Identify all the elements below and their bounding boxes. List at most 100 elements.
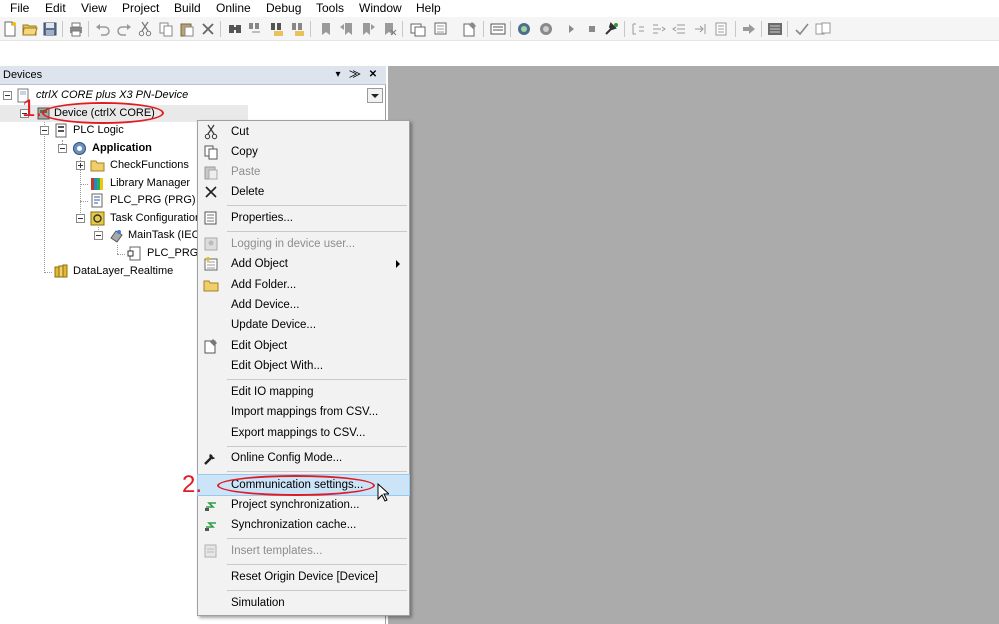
step-into-icon[interactable] — [651, 21, 667, 37]
cut-icon[interactable] — [137, 21, 153, 37]
step-over-icon[interactable] — [630, 21, 646, 37]
add-object-icon[interactable] — [434, 21, 450, 37]
tree-node-plc-prg[interactable]: PLC_PRG — [0, 245, 200, 262]
menu-item-add-folder[interactable]: Add Folder... — [198, 275, 409, 295]
menu-item-cut[interactable]: Cut — [198, 122, 409, 142]
collapse-icon[interactable] — [76, 214, 85, 223]
tree-dropdown-button[interactable] — [367, 88, 383, 103]
window-icon[interactable] — [410, 21, 426, 37]
menu-view[interactable]: View — [81, 1, 107, 15]
menu-item-update-device[interactable]: Update Device... — [198, 315, 409, 335]
close-icon[interactable]: ✕ — [366, 68, 380, 82]
undo-icon[interactable] — [95, 21, 111, 37]
start-icon[interactable] — [563, 21, 579, 37]
menu-window[interactable]: Window — [359, 1, 402, 15]
menu-separator — [227, 471, 407, 472]
copy-icon[interactable] — [158, 21, 174, 37]
project-settings-icon[interactable] — [490, 21, 506, 37]
menu-item-paste[interactable]: Paste — [198, 162, 409, 182]
menu-item-logging-in[interactable]: Logging in device user... — [198, 234, 409, 254]
print-icon[interactable] — [68, 21, 84, 37]
bookmark-icon[interactable] — [318, 21, 334, 37]
edit-object-icon[interactable] — [462, 21, 478, 37]
tree-node-plc-logic[interactable]: PLC Logic — [0, 122, 200, 139]
menu-item-edit-object[interactable]: Edit Object — [198, 336, 409, 356]
watch-list-icon[interactable] — [767, 21, 783, 37]
menu-item-simulation[interactable]: Simulation — [198, 593, 409, 613]
save-icon[interactable] — [42, 21, 58, 37]
find-in-project-icon[interactable] — [269, 21, 285, 37]
redo-icon[interactable] — [116, 21, 132, 37]
menu-item-copy[interactable]: Copy — [198, 142, 409, 162]
bookmark-next-icon[interactable] — [360, 21, 376, 37]
toolbar — [0, 17, 999, 41]
bookmark-clear-icon[interactable] — [381, 21, 397, 37]
find-icon[interactable] — [227, 21, 243, 37]
menu-online[interactable]: Online — [216, 1, 251, 15]
menu-tools[interactable]: Tools — [316, 1, 344, 15]
expand-icon[interactable] — [76, 161, 85, 170]
login-icon[interactable] — [516, 21, 532, 37]
menu-item-properties[interactable]: Properties... — [198, 208, 409, 228]
collapse-icon[interactable] — [58, 144, 67, 153]
step-out-icon[interactable] — [672, 21, 688, 37]
menu-build[interactable]: Build — [174, 1, 201, 15]
tree-node-checkfunctions[interactable]: CheckFunctions — [0, 157, 200, 174]
panel-menu-button[interactable]: ▾ — [331, 68, 345, 82]
delete-icon[interactable] — [200, 21, 216, 37]
new-file-icon[interactable] — [2, 21, 18, 37]
menu-item-insert-templates[interactable]: Insert templates... — [198, 541, 409, 561]
menu-item-label: Edit Object With... — [231, 360, 324, 372]
stop-icon[interactable] — [584, 21, 600, 37]
paste-icon[interactable] — [179, 21, 195, 37]
menu-separator — [227, 446, 407, 447]
tree-node-plc-prg-prg[interactable]: PLC_PRG (PRG) — [0, 192, 200, 209]
tree-node-datalayer[interactable]: DataLayer_Realtime — [0, 263, 200, 280]
folder-icon — [90, 158, 105, 173]
next-statement-icon[interactable] — [741, 21, 757, 37]
check-icon[interactable] — [794, 21, 810, 37]
open-folder-icon[interactable] — [22, 21, 38, 37]
menu-item-import-mappings[interactable]: Import mappings from CSV... — [198, 402, 409, 422]
online-config-icon[interactable] — [604, 21, 620, 37]
menu-project[interactable]: Project — [122, 1, 159, 15]
collapse-icon[interactable] — [94, 231, 103, 240]
tree-node-application[interactable]: Application — [0, 140, 200, 157]
menu-item-export-mappings[interactable]: Export mappings to CSV... — [198, 423, 409, 443]
menu-item-online-config-mode[interactable]: Online Config Mode... — [198, 448, 409, 468]
compare-icon[interactable] — [815, 21, 831, 37]
run-to-cursor-icon[interactable] — [693, 21, 709, 37]
menu-item-synchronization-cache[interactable]: Synchronization cache... — [198, 515, 409, 535]
bookmark-prev-icon[interactable] — [339, 21, 355, 37]
replace-icon[interactable] — [248, 21, 264, 37]
menu-item-label: Edit IO mapping — [231, 386, 314, 398]
toolbar-separator — [787, 21, 788, 37]
delete-icon — [203, 184, 219, 200]
menu-item-label: Properties... — [231, 212, 293, 224]
menu-item-add-device[interactable]: Add Device... — [198, 295, 409, 315]
menu-debug[interactable]: Debug — [266, 1, 301, 15]
menu-item-delete[interactable]: Delete — [198, 182, 409, 202]
menu-item-label: Import mappings from CSV... — [231, 406, 379, 418]
collapse-icon[interactable] — [40, 126, 49, 135]
menu-item-add-object[interactable]: Add Object — [198, 254, 409, 274]
menu-file[interactable]: File — [10, 1, 29, 15]
menu-bar: File Edit View Project Build Online Debu… — [0, 0, 999, 16]
pin-icon[interactable]: ⨠ — [348, 68, 362, 82]
toolbar-separator — [735, 21, 736, 37]
annotation-step-2: 2. — [182, 471, 203, 498]
application-icon — [72, 141, 87, 156]
menu-item-reset-origin-device[interactable]: Reset Origin Device [Device] — [198, 567, 409, 587]
menu-edit[interactable]: Edit — [45, 1, 66, 15]
tree-node-root[interactable]: ctrlX CORE plus X3 PN-Device — [0, 87, 300, 104]
tree-node-library-manager[interactable]: Library Manager — [0, 175, 200, 192]
logout-icon[interactable] — [538, 21, 554, 37]
tree-node-maintask[interactable]: MainTask (IEC-T — [0, 227, 210, 244]
replace-in-project-icon[interactable] — [290, 21, 306, 37]
menu-item-edit-io-mapping[interactable]: Edit IO mapping — [198, 382, 409, 402]
breakpoint-list-icon[interactable] — [714, 21, 730, 37]
tree-node-task-configuration[interactable]: Task Configuration — [0, 210, 201, 227]
collapse-icon[interactable] — [3, 91, 12, 100]
menu-item-edit-object-with[interactable]: Edit Object With... — [198, 356, 409, 376]
menu-help[interactable]: Help — [416, 1, 441, 15]
